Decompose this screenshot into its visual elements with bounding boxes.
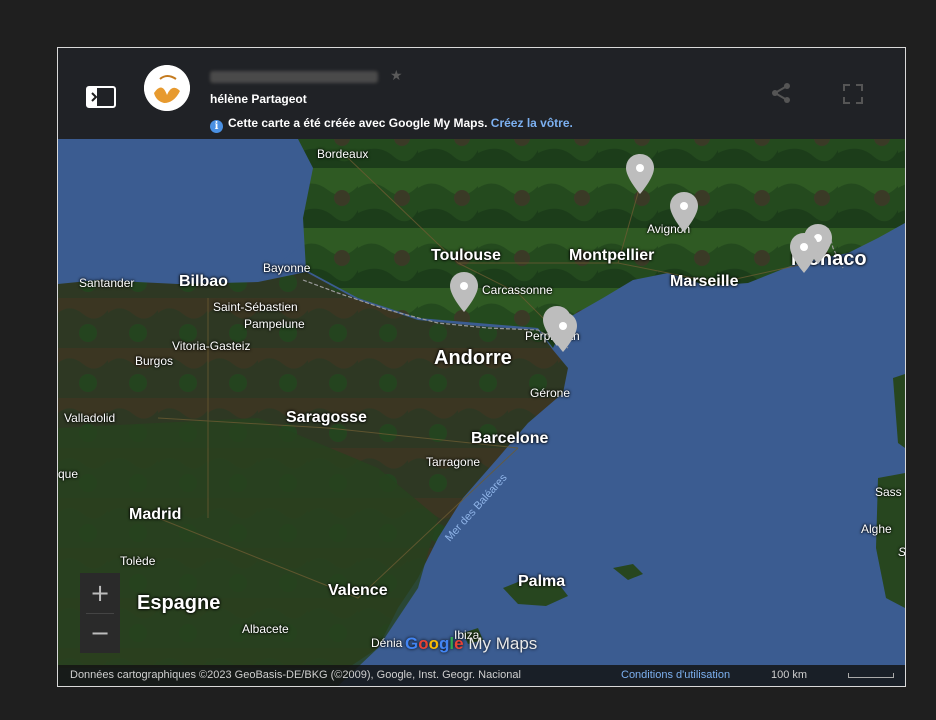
fullscreen-icon[interactable] [841, 82, 865, 106]
label-albacete: Albacete [242, 622, 289, 636]
author-name: hélène Partageot [210, 92, 307, 106]
label-madrid: Madrid [129, 506, 182, 523]
my-maps-notice: i Cette carte a été créée avec Google My … [210, 116, 573, 133]
label-bayonne: Bayonne [263, 261, 311, 275]
marker-perpignan-2[interactable] [549, 312, 577, 352]
label-saragosse: Saragosse [286, 409, 367, 426]
label-alghero: Alghe [861, 522, 892, 536]
marker-monaco-2[interactable] [790, 233, 818, 273]
marker-rhone-valley[interactable] [626, 154, 654, 194]
label-montpellier: Montpellier [569, 247, 655, 264]
label-sassari: Sass [875, 485, 902, 499]
author-avatar [144, 65, 190, 111]
attribution-text: Données cartographiques ©2023 GeoBasis-D… [70, 669, 521, 681]
star-icon[interactable]: ★ [390, 67, 403, 84]
share-icon[interactable] [770, 82, 792, 104]
label-carcassonne: Carcassonne [482, 283, 553, 297]
label-bilbao: Bilbao [179, 273, 228, 290]
panel-toggle-icon[interactable] [86, 86, 116, 108]
map-footer: Données cartographiques ©2023 GeoBasis-D… [58, 665, 905, 686]
zoom-divider [86, 613, 114, 614]
terms-link[interactable]: Conditions d'utilisation [621, 669, 730, 681]
label-toulouse: Toulouse [431, 247, 501, 264]
map-frame: Bordeaux Toulouse Montpellier Avignon Ma… [57, 47, 906, 687]
label-tolede: Tolède [120, 554, 156, 568]
label-barcelone: Barcelone [471, 430, 549, 447]
label-gerone: Gérone [530, 386, 571, 400]
zoom-controls: + − [80, 573, 120, 653]
label-espagne: Espagne [137, 592, 221, 614]
create-map-link[interactable]: Créez la vôtre. [491, 116, 573, 130]
scale-label: 100 km [771, 669, 808, 681]
map-title-redacted [210, 71, 378, 83]
notice-text: Cette carte a été créée avec Google My M… [228, 116, 488, 130]
zoom-in-icon[interactable]: + [80, 573, 120, 613]
label-valladolid: Valladolid [64, 411, 116, 425]
scale-bar [848, 673, 894, 678]
label-santander: Santander [79, 276, 135, 290]
label-tarragone: Tarragone [426, 455, 481, 469]
label-que: que [58, 467, 79, 481]
label-andorre: Andorre [434, 347, 512, 369]
marker-toulouse-area[interactable] [450, 272, 478, 312]
label-marseille: Marseille [670, 273, 739, 290]
label-palma: Palma [518, 573, 566, 590]
label-pampelune: Pampelune [244, 317, 305, 331]
info-icon: i [210, 120, 223, 133]
marker-avignon[interactable] [670, 192, 698, 232]
label-burgos: Burgos [135, 354, 174, 368]
label-bordeaux: Bordeaux [317, 147, 369, 161]
label-s: S [898, 545, 906, 559]
zoom-out-icon[interactable]: − [80, 613, 120, 653]
label-saint-sebastien: Saint-Sébastien [213, 300, 298, 314]
label-valence: Valence [328, 582, 388, 599]
google-my-maps-logo: Google My Maps [405, 634, 538, 653]
label-denia: Dénia [371, 636, 403, 650]
label-vitoria: Vitoria-Gasteiz [172, 339, 251, 353]
map-header: ★ hélène Partageot i Cette carte a été cr… [58, 48, 905, 139]
